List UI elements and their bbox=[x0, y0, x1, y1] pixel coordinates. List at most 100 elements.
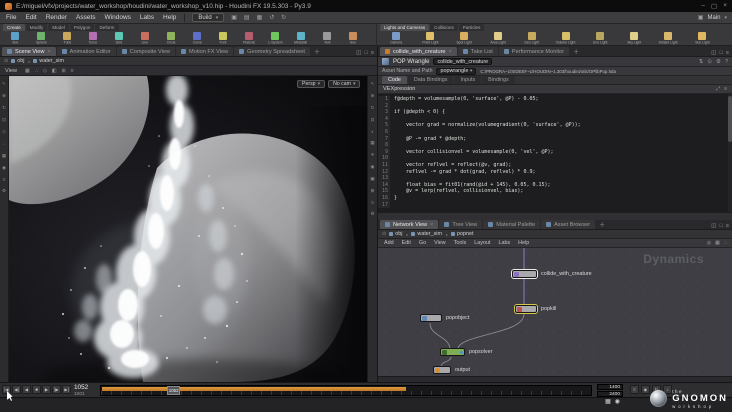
pose-tool-icon[interactable]: ◇ bbox=[2, 129, 6, 135]
title-bar[interactable]: E:/miguel/vfx/projects/water_workshop/ho… bbox=[0, 0, 732, 12]
pane-tab[interactable]: collide_with_creature × bbox=[380, 47, 457, 56]
shelf-tool[interactable]: Area Light bbox=[481, 31, 515, 46]
reference-plane-icon[interactable]: ⊞ bbox=[62, 68, 66, 74]
gear-icon[interactable]: ⚙ bbox=[716, 59, 721, 65]
point-snap-icon[interactable]: ∴ bbox=[35, 68, 38, 74]
playhead[interactable]: 1052 bbox=[167, 386, 181, 395]
node-popkill[interactable] bbox=[515, 305, 537, 313]
view-pan-icon[interactable]: ⊕ bbox=[371, 93, 375, 99]
shelf-tool[interactable]: Spot Light bbox=[447, 31, 481, 46]
start-frame-field[interactable]: 1001 bbox=[74, 392, 85, 397]
shelf-tab[interactable]: Model bbox=[48, 24, 69, 31]
network-menu-item[interactable]: Labs bbox=[497, 240, 511, 246]
menu-item[interactable]: File bbox=[5, 14, 17, 21]
menu-item[interactable]: Labs bbox=[139, 14, 155, 21]
desktop-selector[interactable]: Build ▾ bbox=[192, 13, 225, 22]
snap-tool-icon[interactable]: ∴ bbox=[3, 141, 6, 147]
translate-tool-icon[interactable]: ⊕ bbox=[2, 93, 6, 99]
current-frame-field[interactable]: 1052 bbox=[74, 384, 88, 391]
viewport-settings-icon[interactable]: ⚙ bbox=[370, 211, 374, 217]
snippet-menu-icon[interactable]: ≡ bbox=[724, 86, 727, 92]
expand-editor-icon[interactable]: ⤢ bbox=[716, 86, 720, 92]
shelf-tool[interactable]: Null bbox=[314, 31, 340, 46]
close-tab-icon[interactable]: × bbox=[449, 49, 452, 55]
pane-tab[interactable]: Animation Editor× bbox=[56, 47, 116, 56]
scrollbar-thumb[interactable] bbox=[728, 96, 732, 142]
pane-maximize-icon[interactable]: □ bbox=[364, 50, 367, 56]
view-options-icon[interactable]: ≡ bbox=[71, 68, 74, 74]
camera-menu[interactable]: Persp ▾ bbox=[297, 80, 326, 88]
shelf-tool[interactable]: Sphere bbox=[28, 31, 54, 46]
jump-to-end-button[interactable]: ▶| bbox=[62, 385, 71, 394]
menu-item[interactable]: Render bbox=[45, 14, 68, 21]
camera-tool-icon[interactable]: ◉ bbox=[2, 165, 6, 171]
node-collide-with-creature[interactable] bbox=[512, 270, 537, 278]
net-snap-icon[interactable]: ∴ bbox=[724, 240, 727, 246]
shelf-tab[interactable]: Collisions bbox=[430, 24, 458, 31]
menu-tool-icon[interactable]: ≡ bbox=[3, 177, 6, 182]
redo-icon[interactable]: ↻ bbox=[281, 14, 286, 21]
node-output[interactable] bbox=[433, 366, 451, 374]
camera-menu[interactable]: No cam ▾ bbox=[328, 80, 361, 88]
desktop-menu[interactable]: ▣ Main ▾ bbox=[698, 14, 727, 22]
step-forward-button[interactable]: |▶ bbox=[52, 385, 61, 394]
shelf-tool[interactable]: Box bbox=[2, 31, 28, 46]
pane-tab[interactable]: Geometry Spreadsheet× bbox=[234, 47, 310, 56]
pin-icon[interactable]: ⊙ bbox=[4, 58, 8, 64]
pane-tab[interactable]: Network View × bbox=[380, 220, 439, 229]
pane-tab[interactable]: Asset Browser× bbox=[541, 220, 596, 229]
vex-code-editor[interactable]: f@depth = volumesample(0, 'surface', @P)… bbox=[378, 94, 732, 212]
breadcrumb[interactable]: water_sim bbox=[33, 58, 64, 64]
view-select-icon[interactable]: ↖ bbox=[371, 81, 375, 87]
shelf-tool[interactable]: Volume Light bbox=[549, 31, 583, 46]
breadcrumb[interactable]: obj bbox=[11, 58, 30, 64]
save-scene-icon[interactable]: ▦ bbox=[257, 14, 263, 21]
network-menu-item[interactable]: Add bbox=[383, 240, 395, 246]
close-tab-icon[interactable]: × bbox=[430, 222, 433, 228]
node-popobject[interactable] bbox=[420, 314, 442, 322]
network-menu-item[interactable]: Edit bbox=[401, 240, 412, 246]
timeline[interactable]: 1052 bbox=[100, 385, 592, 396]
asset-path-field[interactable]: C:/PROGRA~1/SIDEEF~1/HOUDIN~1.303/houdin… bbox=[480, 69, 728, 74]
viewport-3d-render[interactable] bbox=[9, 76, 367, 382]
wireframe-icon[interactable]: ▦ bbox=[370, 140, 374, 146]
pane-split-icon[interactable]: ◫ bbox=[711, 223, 716, 229]
pane-menu-icon[interactable]: ≡ bbox=[726, 50, 729, 56]
close-tab-icon[interactable]: × bbox=[47, 49, 50, 55]
pane-maximize-icon[interactable]: □ bbox=[719, 50, 722, 56]
shelf-tool[interactable]: Geo bbox=[340, 31, 366, 46]
shelf-tool[interactable]: Torus bbox=[80, 31, 106, 46]
asset-type-dropdown[interactable]: popwrangle ▾ bbox=[436, 67, 477, 75]
new-scene-icon[interactable]: ▣ bbox=[231, 14, 237, 21]
select-tool-icon[interactable]: ↖ bbox=[2, 81, 6, 87]
play-reverse-button[interactable]: ◀ bbox=[22, 385, 31, 394]
shelf-tool[interactable]: Env Light bbox=[583, 31, 617, 46]
minimize-icon[interactable]: – bbox=[701, 2, 705, 10]
jump-to-start-button[interactable]: |◀ bbox=[2, 385, 11, 394]
shelf-tool[interactable]: Circle bbox=[158, 31, 184, 46]
menu-item[interactable]: Assets bbox=[75, 14, 97, 21]
pane-tab[interactable]: Composite View× bbox=[116, 47, 176, 56]
network-menu-item[interactable]: Help bbox=[517, 240, 530, 246]
pane-tab[interactable]: Performance Monitor× bbox=[498, 47, 570, 56]
shelf-tab[interactable]: Modify bbox=[25, 24, 48, 31]
pane-tab[interactable]: Material Palette× bbox=[483, 220, 541, 229]
lighting-icon[interactable]: ☀ bbox=[370, 152, 374, 158]
realtime-toggle-icon[interactable]: ◉ bbox=[641, 385, 650, 394]
pane-tab[interactable]: Scene View × bbox=[2, 47, 56, 56]
parameter-tab[interactable]: Code bbox=[382, 76, 407, 84]
pane-tab[interactable]: Motion FX View× bbox=[176, 47, 234, 56]
playback-options-icon[interactable]: ≡ bbox=[630, 385, 639, 394]
code-scrollbar[interactable] bbox=[728, 94, 732, 212]
parameter-tab[interactable]: Data Bindings bbox=[407, 76, 454, 84]
pane-maximize-icon[interactable]: □ bbox=[719, 223, 722, 229]
shelf-tab[interactable]: Particles bbox=[458, 24, 485, 31]
camera-view-icon[interactable]: ◉ bbox=[370, 164, 374, 170]
stop-button[interactable]: ■ bbox=[32, 385, 41, 394]
breadcrumb[interactable]: water_sim bbox=[411, 231, 448, 237]
maximize-icon[interactable]: ▢ bbox=[711, 2, 717, 10]
scale-tool-icon[interactable]: ⊡ bbox=[2, 117, 6, 123]
shelf-tab[interactable]: Deform bbox=[95, 24, 119, 31]
shelf-tool[interactable]: Sun Light bbox=[685, 31, 719, 46]
shelf-tool[interactable]: Sky Light bbox=[617, 31, 651, 46]
